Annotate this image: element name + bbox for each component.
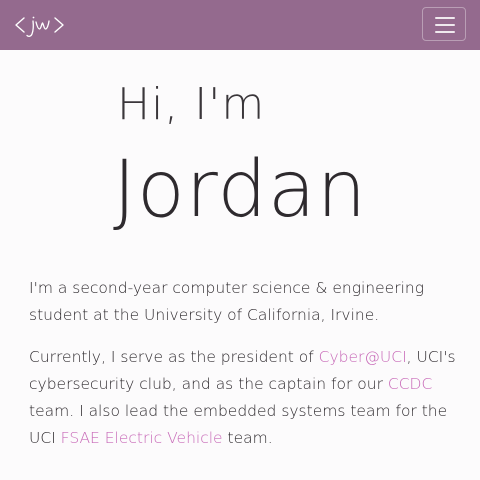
bio-paragraph-roles: Currently, I serve as the president of C…: [29, 344, 459, 452]
hero-greeting: Hi, I'm: [117, 79, 266, 130]
navbar: [0, 0, 480, 50]
jw-logo-icon: [15, 16, 64, 37]
bio-text: team.: [222, 429, 273, 447]
bio-paragraph-intro: I'm a second-year computer science & eng…: [29, 279, 425, 324]
cyber-uci-link[interactable]: Cyber@UCI: [319, 348, 407, 366]
hero-name: Jordan: [113, 145, 368, 235]
navbar-toggle-button[interactable]: [422, 7, 466, 41]
bio-text: Currently, I serve as the president of: [29, 348, 319, 366]
fsae-ev-link[interactable]: FSAE Electric Vehicle: [61, 429, 223, 447]
ccdc-link[interactable]: CCDC: [388, 375, 432, 393]
brand-logo[interactable]: [14, 8, 66, 42]
